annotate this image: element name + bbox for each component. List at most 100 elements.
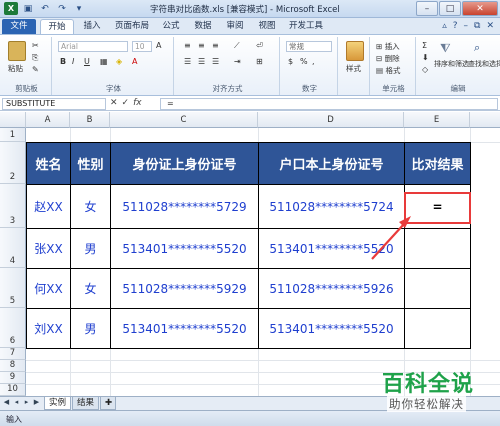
help-icon[interactable]: ? — [453, 21, 458, 31]
group-clipboard: 粘贴 ✂ ⎘ ✎ 剪贴板 — [2, 37, 52, 95]
last-sheet-icon[interactable]: ▶ — [32, 398, 41, 406]
grow-font-icon[interactable]: A — [156, 41, 161, 50]
styles-icon[interactable] — [346, 41, 364, 61]
format-painter-icon[interactable]: ✎ — [32, 65, 39, 74]
cut-icon[interactable]: ✂ — [32, 41, 39, 50]
align-bottom-icon[interactable]: ≡ — [212, 41, 219, 50]
format-cells-button[interactable]: ▤ 格式 — [376, 65, 400, 76]
worksheet-grid[interactable]: A B C D E 1 2 3 4 5 6 7 8 9 10 姓名 性别 身份证… — [0, 112, 500, 396]
first-sheet-icon[interactable]: ◀ — [2, 398, 11, 406]
delete-cells-label: 删除 — [384, 54, 400, 63]
find-select-label[interactable]: 查找和选择 — [468, 59, 500, 69]
tab-file[interactable]: 文件 — [2, 19, 36, 34]
formula-buttons: ✕ ✓ fx — [110, 98, 142, 108]
quick-access-toolbar: X ▣ ↶ ↷ ▾ — [4, 2, 86, 15]
workbook-restore-icon[interactable]: ⧉ — [474, 21, 480, 31]
watermark-title: 百科全说 — [382, 372, 475, 397]
ribbon-right-controls: ▵ ? – ⧉ ✕ — [442, 21, 494, 31]
percent-icon[interactable]: % — [300, 57, 308, 66]
window-title: 字符串对比函数.xls [兼容模式] - Microsoft Excel — [150, 5, 340, 15]
align-center-icon[interactable]: ☰ — [198, 57, 205, 66]
insert-cells-icon: ⊞ — [376, 42, 383, 51]
insert-function-icon[interactable]: fx — [133, 98, 142, 108]
align-top-icon[interactable]: ≡ — [184, 41, 191, 50]
next-sheet-icon[interactable]: ▸ — [22, 398, 31, 406]
tab-developer[interactable]: 开发工具 — [286, 19, 326, 34]
close-button[interactable]: ✕ — [462, 1, 498, 16]
tab-data[interactable]: 数据 — [190, 19, 216, 34]
paste-label[interactable]: 粘贴 — [8, 63, 23, 74]
tab-insert[interactable]: 插入 — [78, 19, 106, 34]
underline-icon[interactable]: U — [84, 57, 90, 66]
enter-icon[interactable]: ✓ — [122, 98, 130, 108]
comma-icon[interactable]: , — [312, 57, 315, 66]
orientation-icon[interactable]: ⟋ — [234, 41, 240, 51]
indent-icon[interactable]: ⇥ — [234, 57, 241, 66]
sheet-tab-example[interactable]: 实例 — [44, 397, 72, 410]
workbook-close-icon[interactable]: ✕ — [486, 21, 494, 31]
font-name-select[interactable]: Arial — [58, 41, 128, 52]
group-label-number: 数字 — [302, 84, 317, 93]
italic-icon[interactable]: I — [72, 57, 74, 66]
prev-sheet-icon[interactable]: ◂ — [12, 398, 21, 406]
undo-icon[interactable]: ↶ — [38, 2, 52, 15]
font-size-select[interactable]: 10 — [132, 41, 152, 52]
borders-icon[interactable]: ▦ — [100, 57, 108, 66]
number-format-select[interactable]: 常规 — [286, 41, 332, 52]
sheet-nav: ◀ ◂ ▸ ▶ — [2, 398, 41, 406]
workbook-minimize-icon[interactable]: – — [464, 21, 469, 31]
group-label-font: 字体 — [106, 84, 121, 93]
save-icon[interactable]: ▣ — [21, 2, 35, 15]
align-right-icon[interactable]: ☰ — [212, 57, 219, 66]
insert-cells-button[interactable]: ⊞ 插入 — [376, 41, 400, 52]
cancel-icon[interactable]: ✕ — [110, 98, 118, 108]
formula-input[interactable]: = — [160, 98, 498, 110]
align-left-icon[interactable]: ☰ — [184, 57, 191, 66]
font-color-icon[interactable]: A — [132, 57, 137, 66]
merge-center-icon[interactable]: ⊞ — [256, 57, 263, 66]
maximize-button[interactable]: □ — [439, 1, 461, 16]
clear-icon[interactable]: ◇ — [422, 65, 428, 74]
sheet-tab-result[interactable]: 结果 — [72, 397, 100, 410]
formula-bar: SUBSTITUTE ✕ ✓ fx = — [0, 97, 500, 111]
group-styles: 样式 — [340, 37, 370, 95]
collapse-ribbon-icon[interactable]: ▵ — [442, 21, 447, 31]
copy-icon[interactable]: ⎘ — [32, 53, 38, 63]
autosum-icon[interactable]: Σ — [422, 41, 427, 50]
tab-review[interactable]: 审阅 — [222, 19, 248, 34]
new-sheet-icon[interactable]: ✚ — [100, 397, 116, 410]
tab-formulas[interactable]: 公式 — [158, 19, 184, 34]
tab-view[interactable]: 视图 — [254, 19, 280, 34]
title-bar: X ▣ ↶ ↷ ▾ 字符串对比函数.xls [兼容模式] - Microsoft… — [0, 0, 500, 18]
customize-qat-icon[interactable]: ▾ — [72, 2, 86, 15]
status-mode: 输入 — [6, 415, 22, 424]
minimize-button[interactable]: – — [416, 1, 438, 16]
pointer-arrow-icon — [371, 216, 411, 260]
ribbon: 粘贴 ✂ ⎘ ✎ 剪贴板 Arial 10 A B I U ▦ ◈ A 字体 ≡… — [0, 34, 500, 96]
styles-label[interactable]: 样式 — [346, 63, 361, 74]
group-font: Arial 10 A B I U ▦ ◈ A 字体 — [54, 37, 174, 95]
fill-icon[interactable]: ⬇ — [422, 53, 429, 62]
tab-home[interactable]: 开始 — [40, 19, 74, 34]
find-select-icon[interactable]: ⌕ — [474, 41, 480, 55]
fill-color-icon[interactable]: ◈ — [116, 57, 122, 66]
status-bar: 输入 — [0, 410, 500, 426]
tab-page-layout[interactable]: 页面布局 — [110, 19, 154, 34]
redo-icon[interactable]: ↷ — [55, 2, 69, 15]
wrap-text-icon[interactable]: ⏎ — [256, 41, 263, 50]
name-box[interactable]: SUBSTITUTE — [2, 98, 106, 110]
bold-icon[interactable]: B — [60, 57, 66, 66]
group-alignment: ≡ ≡ ≡ ⟋ ⏎ ☰ ☰ ☰ ⇥ ⊞ 对齐方式 — [176, 37, 280, 95]
group-editing: Σ ⬇ ◇ ⧨ 排序和筛选 ⌕ 查找和选择 编辑 — [418, 37, 500, 95]
sort-filter-label[interactable]: 排序和筛选 — [434, 59, 469, 69]
align-middle-icon[interactable]: ≡ — [198, 41, 205, 50]
watermark-subtitle: 助你轻松解决 — [387, 396, 466, 412]
group-label-editing: 编辑 — [450, 84, 466, 93]
currency-icon[interactable]: $ — [288, 57, 293, 66]
group-number: 常规 $ % , 数字 — [282, 37, 338, 95]
group-label-cells: 单元格 — [382, 84, 405, 93]
paste-icon[interactable] — [8, 41, 26, 61]
excel-logo-icon[interactable]: X — [4, 2, 18, 15]
sort-filter-icon[interactable]: ⧨ — [440, 41, 451, 56]
delete-cells-button[interactable]: ⊟ 删除 — [376, 53, 400, 64]
